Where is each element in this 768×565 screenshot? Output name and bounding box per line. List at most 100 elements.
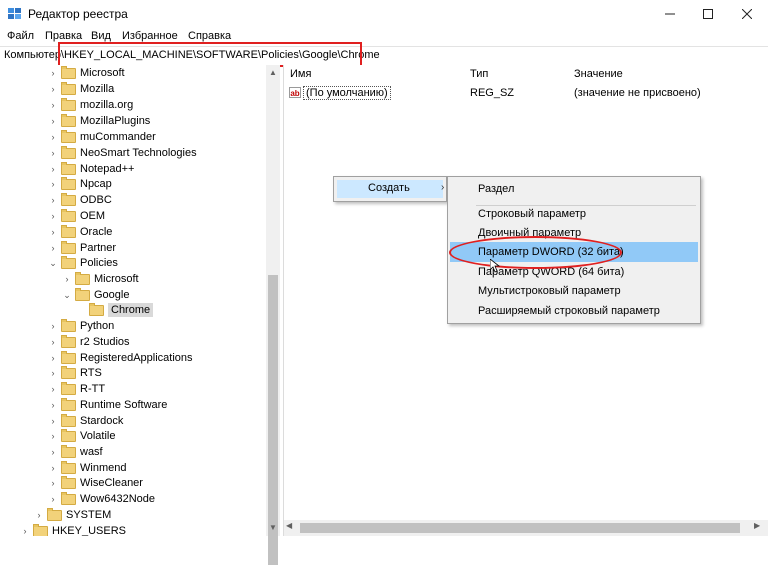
tree-item[interactable]: › RegisteredApplications: [48, 350, 193, 366]
expand-chevron-icon[interactable]: ›: [48, 224, 58, 240]
expand-chevron-icon[interactable]: ›: [48, 176, 58, 192]
tree-item[interactable]: › Notepad++: [48, 161, 134, 177]
expand-chevron-icon[interactable]: ›: [48, 161, 58, 177]
expand-chevron-icon[interactable]: ›: [48, 81, 58, 97]
tree-item[interactable]: › Npcap: [48, 176, 112, 192]
tree-vertical-scrollbar[interactable]: ▲ ▼: [266, 65, 280, 565]
folder-icon: [61, 413, 76, 427]
menu-favorites[interactable]: Избранное: [122, 30, 178, 42]
expand-chevron-icon[interactable]: ›: [48, 192, 58, 208]
expand-chevron-icon[interactable]: ›: [48, 65, 58, 81]
collapse-chevron-icon[interactable]: ⌄: [48, 255, 58, 271]
collapse-chevron-icon[interactable]: ⌄: [62, 287, 72, 303]
minimize-button[interactable]: [650, 0, 690, 28]
expand-chevron-icon[interactable]: ›: [48, 97, 58, 113]
tree-item[interactable]: › SYSTEM: [34, 507, 111, 523]
tree-item[interactable]: › muCommander: [48, 129, 156, 145]
menu-view[interactable]: Вид: [91, 30, 111, 42]
tree-item[interactable]: › Winmend: [48, 460, 126, 476]
expand-chevron-icon[interactable]: ›: [62, 271, 72, 287]
expand-chevron-icon[interactable]: ›: [48, 413, 58, 429]
tree-item-label: mozilla.org: [80, 99, 134, 111]
expand-chevron-icon[interactable]: ›: [48, 208, 58, 224]
folder-icon: [61, 255, 76, 269]
registry-editor-window: Редактор реестра Файл Правка Вид Избранн…: [0, 0, 768, 565]
scrollbar-thumb[interactable]: [300, 523, 740, 533]
expand-chevron-icon[interactable]: ›: [48, 113, 58, 129]
expand-chevron-icon[interactable]: ›: [48, 365, 58, 381]
expand-chevron-icon[interactable]: ›: [48, 334, 58, 350]
tree-item[interactable]: ⌄ Google: [62, 287, 129, 303]
tree-item[interactable]: › Mozilla: [48, 81, 114, 97]
submenu-item-expandable[interactable]: Расширяемый строковый параметр: [450, 301, 698, 321]
registry-tree: › Microsoft › Mozilla › mozilla.org › Mozill…: [0, 65, 266, 536]
menu-item-create[interactable]: Создать ›: [337, 180, 445, 198]
column-header-value[interactable]: Значение: [574, 68, 623, 80]
tree-item[interactable]: › Python: [48, 318, 114, 334]
menu-help[interactable]: Справка: [188, 30, 231, 42]
tree-item-selected[interactable]: Chrome: [76, 302, 154, 318]
expand-chevron-icon[interactable]: ›: [48, 460, 58, 476]
tree-item[interactable]: › HKEY_USERS: [20, 523, 126, 536]
tree-item[interactable]: › Microsoft: [62, 271, 139, 287]
menu-edit[interactable]: Правка: [45, 30, 82, 42]
list-horizontal-scrollbar[interactable]: ◀ ▶: [284, 520, 768, 536]
tree-item[interactable]: › mozilla.org: [48, 97, 133, 113]
tree-item[interactable]: › Wow6432Node: [48, 491, 155, 507]
tree-item[interactable]: › RTS: [48, 365, 102, 381]
expand-chevron-icon[interactable]: ›: [34, 507, 44, 523]
expand-chevron-icon[interactable]: ›: [48, 129, 58, 145]
list-row[interactable]: ab (По умолчанию) REG_SZ (значение не пр…: [284, 85, 768, 101]
tree-item[interactable]: › R-TT: [48, 381, 105, 397]
tree-item[interactable]: › Stardock: [48, 413, 123, 429]
scroll-right-icon[interactable]: ▶: [754, 521, 760, 530]
tree-item[interactable]: › r2 Studios: [48, 334, 130, 350]
scroll-up-icon[interactable]: ▲: [266, 65, 280, 79]
tree-item[interactable]: › WiseCleaner: [48, 475, 143, 491]
tree-item[interactable]: › Runtime Software: [48, 397, 167, 413]
maximize-button[interactable]: [688, 0, 728, 28]
folder-icon: [61, 444, 76, 458]
scroll-down-icon[interactable]: ▼: [266, 520, 280, 534]
tree-item[interactable]: › ODBC: [48, 192, 112, 208]
tree-item[interactable]: › MozillaPlugins: [48, 113, 150, 129]
expand-chevron-icon[interactable]: ›: [48, 145, 58, 161]
expand-chevron-icon[interactable]: ›: [48, 397, 58, 413]
expand-chevron-icon[interactable]: ›: [48, 491, 58, 507]
tree-item-label: Microsoft: [94, 273, 139, 285]
submenu-item-key[interactable]: Раздел: [450, 179, 698, 199]
tree-item-label: Mozilla: [80, 83, 115, 95]
tree-item[interactable]: › wasf: [48, 444, 103, 460]
tree-item[interactable]: › Microsoft: [48, 65, 125, 81]
menu-file[interactable]: Файл: [7, 30, 34, 42]
expand-chevron-icon[interactable]: ›: [48, 350, 58, 366]
expand-chevron-icon[interactable]: ›: [20, 523, 30, 536]
expand-chevron-icon[interactable]: ›: [48, 381, 58, 397]
tree-item[interactable]: › Volatile: [48, 428, 115, 444]
column-header-name[interactable]: Имя: [290, 68, 311, 80]
value-type: REG_SZ: [470, 87, 515, 99]
submenu-item-string[interactable]: Строковый параметр: [450, 204, 698, 224]
folder-icon: [89, 302, 104, 316]
window-title: Редактор реестра: [28, 7, 128, 21]
submenu-arrow-icon: ›: [441, 182, 445, 193]
expand-chevron-icon[interactable]: ›: [48, 428, 58, 444]
expand-chevron-icon[interactable]: ›: [48, 240, 58, 256]
tree-item-label: Google: [94, 289, 130, 301]
expand-chevron-icon[interactable]: ›: [48, 318, 58, 334]
close-button[interactable]: [727, 0, 767, 28]
column-header-type[interactable]: Тип: [470, 68, 488, 80]
tree-item-label: Partner: [80, 242, 117, 254]
tree-item[interactable]: › Partner: [48, 240, 116, 256]
tree-item[interactable]: › NeoSmart Technologies: [48, 145, 197, 161]
tree-item-label: Wow6432Node: [80, 493, 156, 505]
submenu-item-multistring[interactable]: Мультистроковый параметр: [450, 281, 698, 301]
tree-item[interactable]: › Oracle: [48, 224, 112, 240]
tree-item-label: HKEY_USERS: [52, 525, 126, 536]
expand-chevron-icon[interactable]: ›: [48, 444, 58, 460]
tree-item[interactable]: › OEM: [48, 208, 105, 224]
tree-item[interactable]: ⌄ Policies: [48, 255, 118, 271]
scroll-left-icon[interactable]: ◀: [286, 521, 292, 530]
minimize-icon: [665, 13, 675, 15]
expand-chevron-icon[interactable]: ›: [48, 475, 58, 491]
